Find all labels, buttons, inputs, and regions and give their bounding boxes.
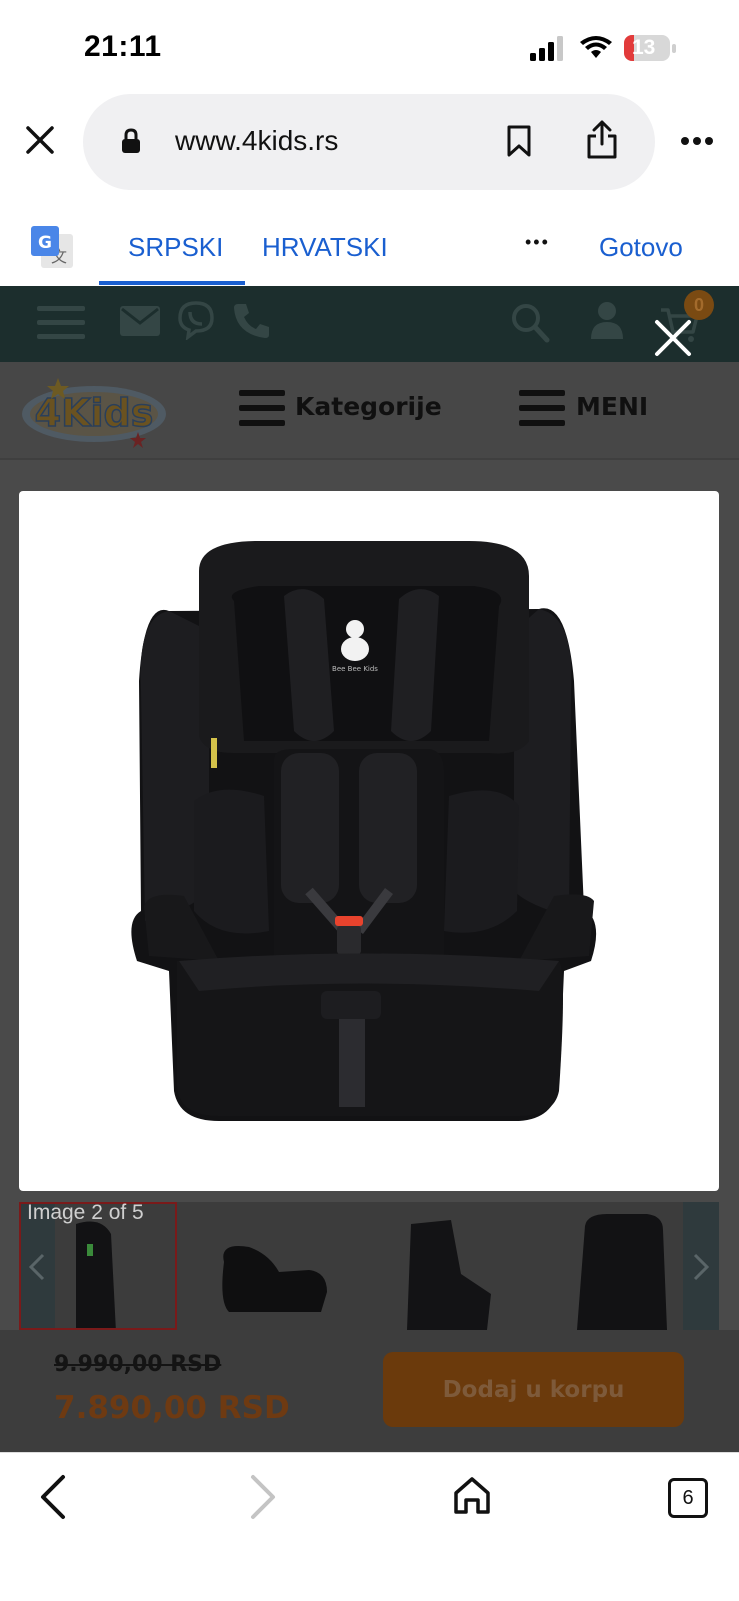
close-icon[interactable] [25,125,55,155]
battery-tip [672,44,676,53]
main-menu-icon[interactable] [519,390,565,426]
thumbnail-2[interactable] [209,1232,339,1322]
thumb-next-button[interactable] [683,1202,719,1330]
main-menu-button[interactable]: MENI [576,392,648,421]
cart-count-badge: 0 [684,290,714,320]
url-text[interactable]: www.4kids.rs [175,125,338,157]
google-translate-icon[interactable]: 文 G [31,226,75,270]
share-icon[interactable] [586,120,618,160]
home-icon[interactable] [452,1475,492,1515]
translate-done-button[interactable]: Gotovo [599,232,683,263]
tab-lang-hrvatski[interactable]: HRVATSKI [262,232,388,263]
sale-price: 7.890,00 RSD [54,1390,290,1426]
signal-icon [530,36,563,61]
bookmark-icon[interactable] [506,125,532,157]
viber-icon[interactable] [176,300,216,340]
translate-more-button[interactable]: ••• [525,232,550,253]
user-icon[interactable] [589,300,625,340]
lightbox-image[interactable]: Bee Bee Kids [19,491,719,1191]
phone-icon[interactable] [232,300,272,340]
site-header: 4Kids Kategorije MENI [0,362,739,460]
tab-lang-srpski[interactable]: SRPSKI [128,232,223,263]
lightbox-prev-icon[interactable] [40,801,90,881]
forward-icon[interactable] [248,1474,278,1520]
battery-icon: 13 [624,35,670,61]
seat-brand-text: Bee Bee Kids [332,665,378,673]
wifi-icon [580,36,612,58]
mail-icon[interactable] [120,306,160,336]
status-time: 21:11 [84,30,162,63]
thumb-next-icon [693,1253,710,1281]
categories-menu-icon[interactable] [239,390,285,426]
car-seat-image: Bee Bee Kids [131,541,597,1121]
site-logo[interactable]: 4Kids [18,370,170,450]
categories-button[interactable]: Kategorije [295,392,442,421]
battery-level: 13 [632,36,656,59]
search-icon[interactable] [510,302,550,344]
site-topbar: 0 [0,286,739,362]
svg-text:G: G [38,233,52,253]
lightbox-close-icon[interactable] [654,319,692,357]
more-menu-icon[interactable] [680,136,714,146]
tab-count-button[interactable]: 6 [668,1478,708,1518]
lightbox-caption: Image 2 of 5 [27,1201,144,1224]
lightbox-next-icon[interactable] [634,801,684,881]
browser-toolbar [0,1452,739,1601]
back-icon[interactable] [38,1474,68,1520]
old-price: 9.990,00 RSD [54,1352,222,1377]
selected-tab-indicator [99,281,245,285]
thumbnail-3[interactable] [391,1214,501,1330]
lock-icon [122,128,140,153]
page-content: 0 4Kids Kategorije MENI Bee Bee Kids Ima… [0,286,739,1452]
add-to-cart-button[interactable]: Dodaj u korpu [383,1352,684,1427]
hamburger-icon[interactable] [37,304,85,342]
thumbnail-4[interactable] [567,1210,677,1330]
address-field[interactable] [83,94,655,190]
product-buy-bar: 9.990,00 RSD 7.890,00 RSD Dodaj u korpu [0,1330,739,1452]
